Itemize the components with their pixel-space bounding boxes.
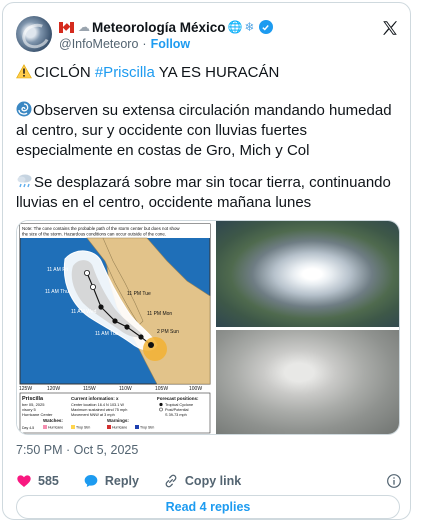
map-forecast-line: S 39-73 mph xyxy=(165,413,187,417)
author-handle-row: @InfoMeteoro · Follow xyxy=(59,37,190,51)
map-label-mon-pm: 11 PM Mon xyxy=(147,311,172,317)
handle-separator: · xyxy=(142,37,147,51)
map-note-line-1: Note: The cone contains the probable pat… xyxy=(22,226,180,231)
tweet-time: 7:50 PM xyxy=(16,443,63,457)
map-current-info-line: Maximum sustained wind 75 mph xyxy=(71,408,127,412)
map-lon-label: 110W xyxy=(119,386,132,392)
cloud-rain-icon xyxy=(17,174,32,188)
map-label-tue-pm: 11 PM Tue xyxy=(127,291,151,297)
map-current-info-line: Center location 16.4 N 103.1 W xyxy=(71,403,124,407)
author-display-name[interactable]: Meteorología México xyxy=(92,20,226,35)
tweet-paragraph-3-text: Se desplazará sobre mar sin tocar tierra… xyxy=(16,174,391,211)
heart-icon xyxy=(17,475,31,487)
tweet-line-1-suffix: YA ES HURACÁN xyxy=(154,64,280,81)
reply-button[interactable]: Reply xyxy=(83,473,139,489)
author-handle[interactable]: @InfoMeteoro xyxy=(59,37,138,51)
author-name-row[interactable]: ☁ Meteorología México 🌐 ❄ xyxy=(59,17,273,37)
like-button[interactable]: 585 xyxy=(16,473,59,489)
tweet-date: Oct 5, 2025 xyxy=(73,443,139,457)
map-warnings-label: Warnings: xyxy=(107,418,129,423)
map-label-thu: 11 AM Thu xyxy=(45,289,69,295)
follow-button[interactable]: Follow xyxy=(151,37,191,51)
x-logo-icon[interactable] xyxy=(381,19,399,37)
forecast-cone-map[interactable]: Note: The cone contains the probable pat… xyxy=(17,221,213,435)
tweet-paragraph-3: Se desplazará sobre mar sin tocar tierra… xyxy=(16,173,411,213)
map-legend-item: Hurricane xyxy=(48,426,63,430)
reply-icon xyxy=(84,475,98,487)
map-label-sun: 2 PM Sun xyxy=(157,329,179,335)
map-current-info-title: Current information: x xyxy=(71,396,119,401)
action-bar: 585 Reply Copy link xyxy=(16,472,265,490)
like-count: 585 xyxy=(38,474,59,488)
tweet-line-1: CICLÓN #Priscilla YA ES HURACÁN xyxy=(16,63,279,83)
snow-cloud-icon: ☁ xyxy=(78,20,90,34)
map-storm-line: Hurricane Center xyxy=(22,412,53,417)
media-grid: Note: The cone contains the probable pat… xyxy=(16,220,400,435)
map-label-tue: 11 AM Tue xyxy=(95,331,119,337)
read-replies-button[interactable]: Read 4 replies xyxy=(16,495,400,519)
map-watches-label: Watches: xyxy=(43,418,63,423)
map-forecast-line: Tropical Cyclone xyxy=(165,403,193,407)
link-icon xyxy=(165,474,177,488)
cyclone-icon xyxy=(16,101,32,117)
map-legend-item: Trop Stm xyxy=(140,426,154,430)
map-lon-label: 120W xyxy=(47,386,60,392)
map-lon-label: 105W xyxy=(155,386,168,392)
satellite-image-2[interactable] xyxy=(216,330,399,434)
tweet-paragraph-2: Observen su extensa circulación mandando… xyxy=(16,101,406,161)
tweet-card: ☁ Meteorología México 🌐 ❄ @InfoMeteoro ·… xyxy=(2,2,411,520)
avatar[interactable] xyxy=(16,16,52,52)
map-day-label: Day 4-5 xyxy=(22,426,34,430)
reply-label: Reply xyxy=(104,474,139,488)
globe-icon: 🌐 xyxy=(227,20,243,34)
canada-flag-icon xyxy=(59,21,74,33)
map-label-wed: 11 AM Wed xyxy=(71,309,97,315)
info-icon[interactable] xyxy=(386,473,402,489)
hashtag-link[interactable]: #Priscilla xyxy=(95,64,155,81)
tweet-line-1-prefix: CICLÓN xyxy=(34,64,95,81)
map-label-fri: 11 AM Fri xyxy=(47,267,68,273)
copy-link-label: Copy link xyxy=(184,474,242,488)
map-forecast-line: Post/Potential xyxy=(165,408,189,412)
map-forecast-title: Forecast positions: xyxy=(157,396,199,401)
copy-link-button[interactable]: Copy link xyxy=(163,473,241,489)
map-lon-label: 125W xyxy=(19,386,32,392)
satellite-image-1[interactable] xyxy=(216,221,399,327)
tweet-timestamp[interactable]: 7:50 PM · Oct 5, 2025 xyxy=(16,443,138,457)
warning-icon xyxy=(16,64,32,79)
map-current-info-line: Movement NNW at 3 mph xyxy=(71,413,115,417)
map-legend-item: Trop Stm xyxy=(76,426,90,430)
map-note-line-2: the size of the storm. Hazardous conditi… xyxy=(22,232,166,237)
tweet-paragraph-2-text: Observen su extensa circulación mandando… xyxy=(16,102,392,159)
map-legend-item: Hurricane xyxy=(112,426,127,430)
snowflake-icon: ❄ xyxy=(244,20,255,34)
map-lon-label: 100W xyxy=(189,386,202,392)
map-lon-label: 115W xyxy=(83,386,96,392)
verified-badge-icon xyxy=(258,20,273,34)
